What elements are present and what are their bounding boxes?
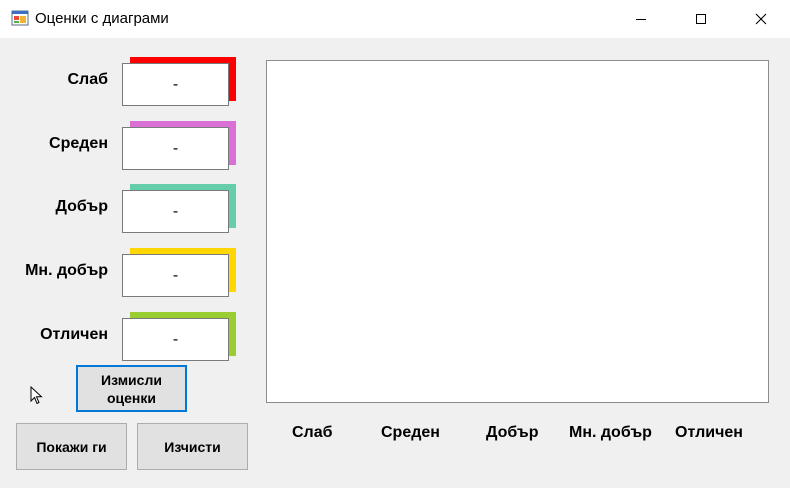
title-bar: Оценки с диаграми <box>0 0 790 38</box>
grade-row-mn-dobar: Мн. добър - <box>0 248 260 297</box>
axis-label-slab: Слаб <box>292 424 333 441</box>
grade-label: Отличен <box>40 326 108 343</box>
grade-count-field[interactable]: - <box>122 254 229 297</box>
grade-count-field[interactable]: - <box>122 318 229 361</box>
close-button[interactable] <box>738 0 784 38</box>
axis-label-mn-dobar: Мн. добър <box>569 424 652 441</box>
window-title: Оценки с диаграми <box>35 10 169 27</box>
form-client-area: Слаб - Среден - Добър - Мн. добър - Отли… <box>0 38 790 488</box>
chart-panel <box>266 60 769 403</box>
grade-label: Слаб <box>67 71 109 88</box>
axis-label-sreden: Среден <box>381 424 440 441</box>
grade-row-dobar: Добър - <box>0 184 260 233</box>
mouse-pointer-icon <box>30 386 43 405</box>
generate-grades-button[interactable]: Измисли оценки <box>76 365 187 412</box>
minimize-button[interactable] <box>618 0 664 38</box>
show-button[interactable]: Покажи ги <box>16 423 127 470</box>
axis-label-otlichen: Отличен <box>675 424 743 441</box>
maximize-icon <box>696 14 706 24</box>
grade-count-field[interactable]: - <box>122 63 229 106</box>
grade-row-sreden: Среден - <box>0 121 260 170</box>
grade-row-otlichen: Отличен - <box>0 312 260 361</box>
grade-count-field[interactable]: - <box>122 127 229 170</box>
maximize-button[interactable] <box>678 0 724 38</box>
axis-label-dobar: Добър <box>486 424 539 441</box>
grade-label: Мн. добър <box>25 262 108 279</box>
grade-count-field[interactable]: - <box>122 190 229 233</box>
minimize-icon <box>636 19 646 20</box>
grade-label: Среден <box>49 135 108 152</box>
clear-button[interactable]: Изчисти <box>137 423 248 470</box>
grade-label: Добър <box>55 198 108 215</box>
close-icon <box>755 13 767 25</box>
app-window-icon <box>11 10 29 26</box>
grade-row-slab: Слаб - <box>0 57 260 106</box>
